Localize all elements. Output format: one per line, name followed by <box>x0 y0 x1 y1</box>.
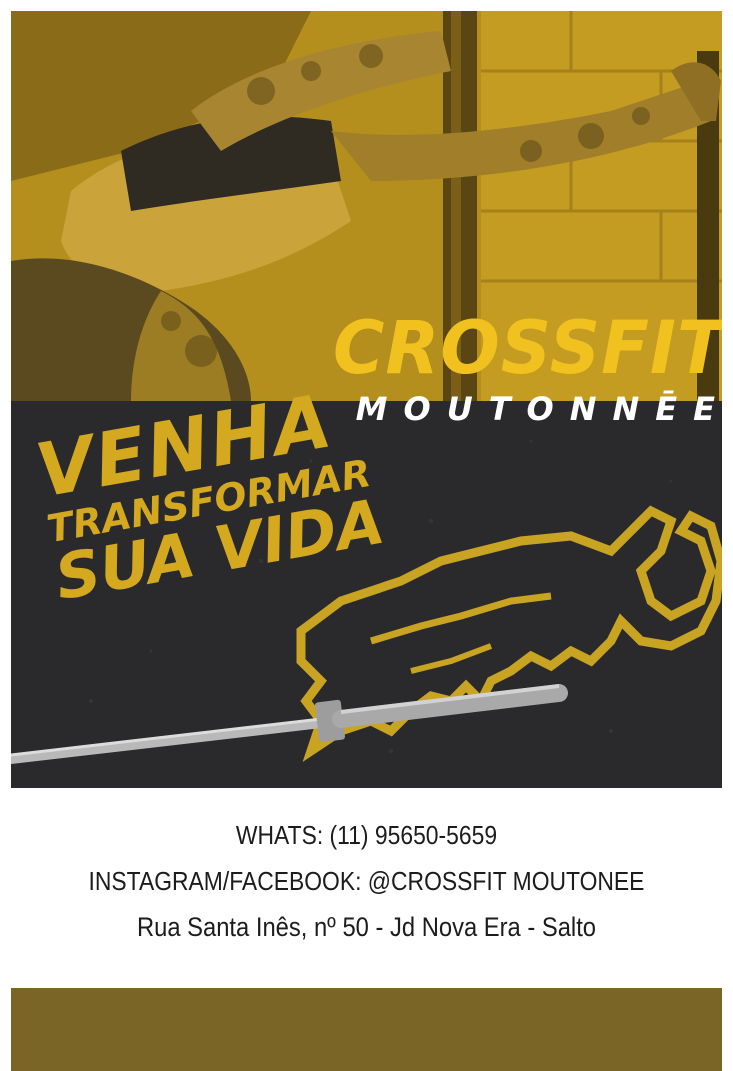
footer-band <box>11 988 722 1071</box>
whatsapp-text: WHATS: (11) 95650-5659 <box>235 820 498 850</box>
address-text: Rua Santa Inês, nº 50 - Jd Nova Era - Sa… <box>136 912 597 942</box>
social-handle-text: INSTAGRAM/FACEBOOK: @CROSSFIT MOUTONEE <box>88 866 645 896</box>
flyer: CROSSFIT MOUTONNĒE VENHA TRANSFORMAR SUA… <box>11 11 722 788</box>
brand-title: CROSSFIT <box>333 304 722 392</box>
brand-logo: CROSSFIT MOUTONNĒE <box>333 304 722 429</box>
brand-subtitle: MOUTONNĒE <box>355 390 722 428</box>
contact-info: WHATS: (11) 95650-5659 INSTAGRAM/FACEBOO… <box>0 820 733 942</box>
